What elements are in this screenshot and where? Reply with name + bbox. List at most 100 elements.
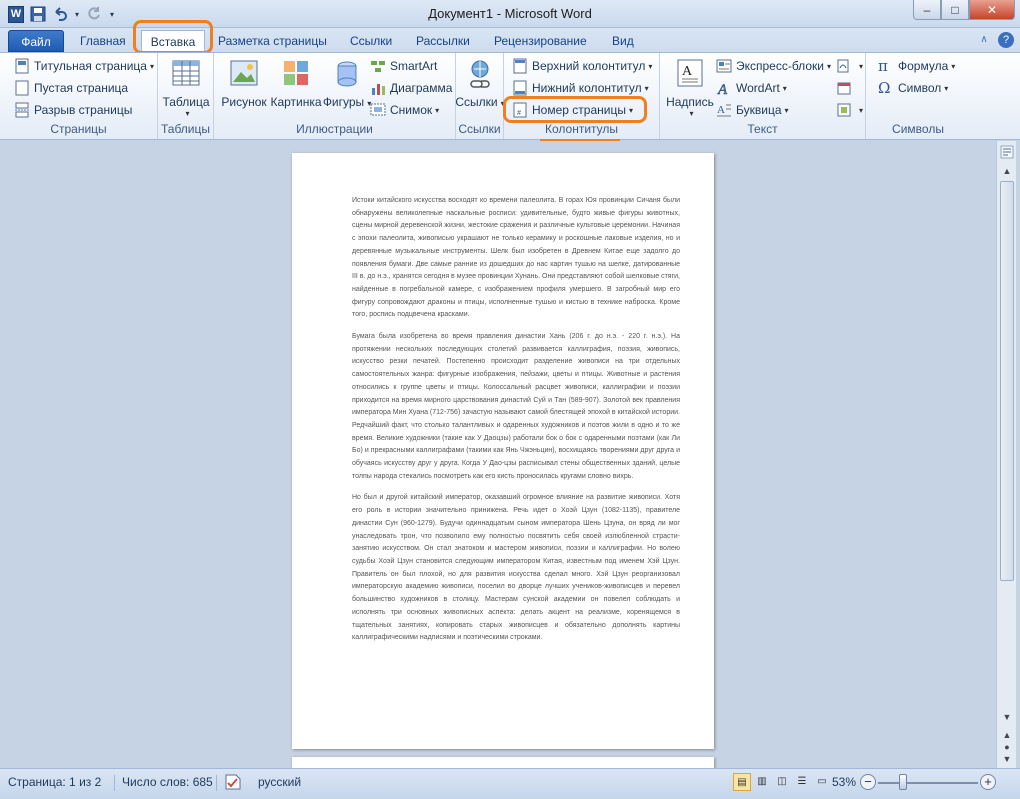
full-screen-reading-icon[interactable]: ▥	[753, 773, 771, 791]
object-button[interactable]: ▾	[836, 100, 863, 120]
header-button[interactable]: Верхний колонтитул ▾	[512, 56, 652, 76]
next-page-icon[interactable]: ▼	[999, 751, 1015, 767]
scroll-thumb[interactable]	[1000, 181, 1014, 581]
window-title: Документ1 - Microsoft Word	[428, 6, 592, 21]
picture-button[interactable]: Рисунок	[220, 57, 268, 109]
dropcap-icon: A	[717, 104, 731, 117]
quickparts-button[interactable]: Экспресс-блоки ▾	[716, 56, 831, 76]
table-icon	[172, 60, 200, 86]
help-area: ∧ ?	[976, 32, 1014, 48]
ruler-toggle-icon[interactable]	[999, 145, 1015, 161]
language-status[interactable]: русский	[258, 775, 301, 789]
highlight-page-number	[503, 96, 647, 123]
chart-icon	[372, 84, 385, 95]
document-area[interactable]: Истоки китайского искусства восходят ко …	[0, 141, 996, 768]
footer-button[interactable]: Нижний колонтитул ▾	[512, 78, 649, 98]
zoom-out-button[interactable]: −	[860, 774, 876, 790]
draft-view-icon[interactable]: ▭	[813, 773, 831, 791]
date-time-icon	[837, 82, 851, 95]
print-layout-view-icon[interactable]: ▤	[733, 773, 751, 791]
help-icon[interactable]: ?	[998, 32, 1014, 48]
group-tables-label: Таблицы	[160, 122, 210, 136]
close-button[interactable]: ✕	[969, 0, 1015, 20]
vertical-scrollbar[interactable]: ▲ ▼ ▲ ● ▼	[996, 141, 1016, 768]
cover-page-icon	[15, 58, 29, 74]
minimize-button[interactable]: –	[913, 0, 941, 20]
pi-icon: π	[878, 57, 888, 75]
page-break-button[interactable]: Разрыв страницы	[14, 100, 132, 120]
blank-page-icon	[15, 80, 29, 96]
screenshot-icon	[370, 103, 386, 116]
zoom-slider-track[interactable]	[878, 782, 978, 784]
table-button[interactable]: Таблица ▾	[162, 57, 210, 118]
wordart-button[interactable]: A WordArt ▾	[716, 78, 787, 98]
date-time-button[interactable]	[836, 78, 856, 98]
page-break-icon	[15, 102, 29, 118]
shapes-button[interactable]: Фигуры ▾	[323, 57, 371, 109]
object-icon	[837, 103, 851, 117]
tab-view[interactable]: Вид	[606, 30, 640, 52]
highlight-insert-tab	[133, 20, 213, 54]
window-controls: – □ ✕	[913, 0, 1015, 20]
cover-page-button[interactable]: Титульная страница ▾	[14, 56, 154, 76]
header-icon	[513, 58, 527, 74]
svg-text:A: A	[682, 64, 693, 79]
quickparts-icon	[716, 59, 732, 73]
group-text: A Надпись ▾ Экспресс-блоки ▾ A WordArt ▾ A…	[660, 53, 866, 139]
clipart-icon	[284, 61, 308, 85]
group-illustrations: Рисунок Картинка Фигуры ▾ SmartArt Диагра…	[214, 53, 456, 139]
paragraph[interactable]: Бумага была изобретена во время правлени…	[352, 331, 680, 483]
signature-line-icon	[837, 59, 849, 73]
spellcheck-icon[interactable]	[224, 773, 246, 794]
screenshot-button[interactable]: Снимок ▾	[370, 100, 439, 120]
status-bar: Страница: 1 из 2 Число слов: 685 русский…	[0, 768, 1020, 799]
blank-page-button[interactable]: Пустая страница	[14, 78, 128, 98]
group-links: Ссылки ▾ Ссылки	[455, 53, 505, 139]
scroll-up-icon[interactable]: ▲	[999, 163, 1015, 179]
signature-line-button[interactable]: ▾	[836, 56, 863, 76]
group-header-footer-label: Колонтитулы	[544, 122, 619, 136]
dropcap-button[interactable]: A Буквица ▾	[716, 100, 789, 120]
clipart-button[interactable]: Картинка	[270, 57, 322, 109]
paragraph[interactable]: Истоки китайского искусства восходят ко …	[352, 195, 680, 322]
page-count-status[interactable]: Страница: 1 из 2	[8, 775, 101, 789]
group-symbols: π Формула ▾ Ω Символ ▾ Символы	[866, 53, 970, 139]
chart-button[interactable]: Диаграмма	[370, 78, 452, 98]
group-text-label: Текст	[747, 122, 778, 136]
group-pages: Титульная страница ▾ Пустая страница Разр…	[0, 53, 158, 139]
shapes-icon	[337, 61, 357, 87]
tab-home[interactable]: Главная	[74, 30, 132, 52]
tab-review[interactable]: Рецензирование	[488, 30, 593, 52]
omega-icon: Ω	[878, 79, 891, 97]
zoom-level[interactable]: 53%	[832, 775, 856, 789]
textbox-button[interactable]: A Надпись ▾	[664, 57, 716, 118]
maximize-button[interactable]: □	[941, 0, 969, 20]
links-button[interactable]: Ссылки ▾	[455, 57, 505, 109]
zoom-slider-thumb[interactable]	[899, 774, 907, 790]
document-page-2[interactable]	[292, 757, 714, 768]
paragraph[interactable]: Но был и другой китайский император, ока…	[352, 492, 680, 644]
equation-button[interactable]: π Формула ▾	[878, 56, 955, 76]
group-illustrations-label: Иллюстрации	[296, 122, 373, 136]
group-tables: Таблица ▾ Таблицы	[158, 53, 214, 139]
group-links-label: Ссылки	[458, 122, 501, 136]
smartart-icon	[371, 61, 385, 72]
tab-references[interactable]: Ссылки	[344, 30, 398, 52]
word-count-status[interactable]: Число слов: 685	[122, 775, 213, 789]
ribbon-collapse-icon[interactable]: ∧	[976, 32, 992, 48]
web-layout-icon[interactable]: ◫	[773, 773, 791, 791]
smartart-button[interactable]: SmartArt	[370, 56, 437, 76]
tab-mailings[interactable]: Рассылки	[410, 30, 476, 52]
document-page[interactable]: Истоки китайского искусства восходят ко …	[292, 153, 714, 749]
zoom-in-button[interactable]: +	[980, 774, 996, 790]
svg-text:A: A	[717, 82, 728, 96]
symbol-button[interactable]: Ω Символ ▾	[878, 78, 948, 98]
tab-page-layout[interactable]: Разметка страницы	[212, 30, 333, 52]
footer-icon	[513, 80, 527, 96]
picture-icon	[230, 60, 258, 86]
ribbon-insert: Титульная страница ▾ Пустая страница Разр…	[0, 52, 1020, 142]
tab-file[interactable]: Файл	[8, 30, 64, 52]
outline-view-icon[interactable]: ☰	[793, 773, 811, 791]
scroll-down-icon[interactable]: ▼	[999, 709, 1015, 725]
group-symbols-label: Символы	[892, 122, 944, 136]
